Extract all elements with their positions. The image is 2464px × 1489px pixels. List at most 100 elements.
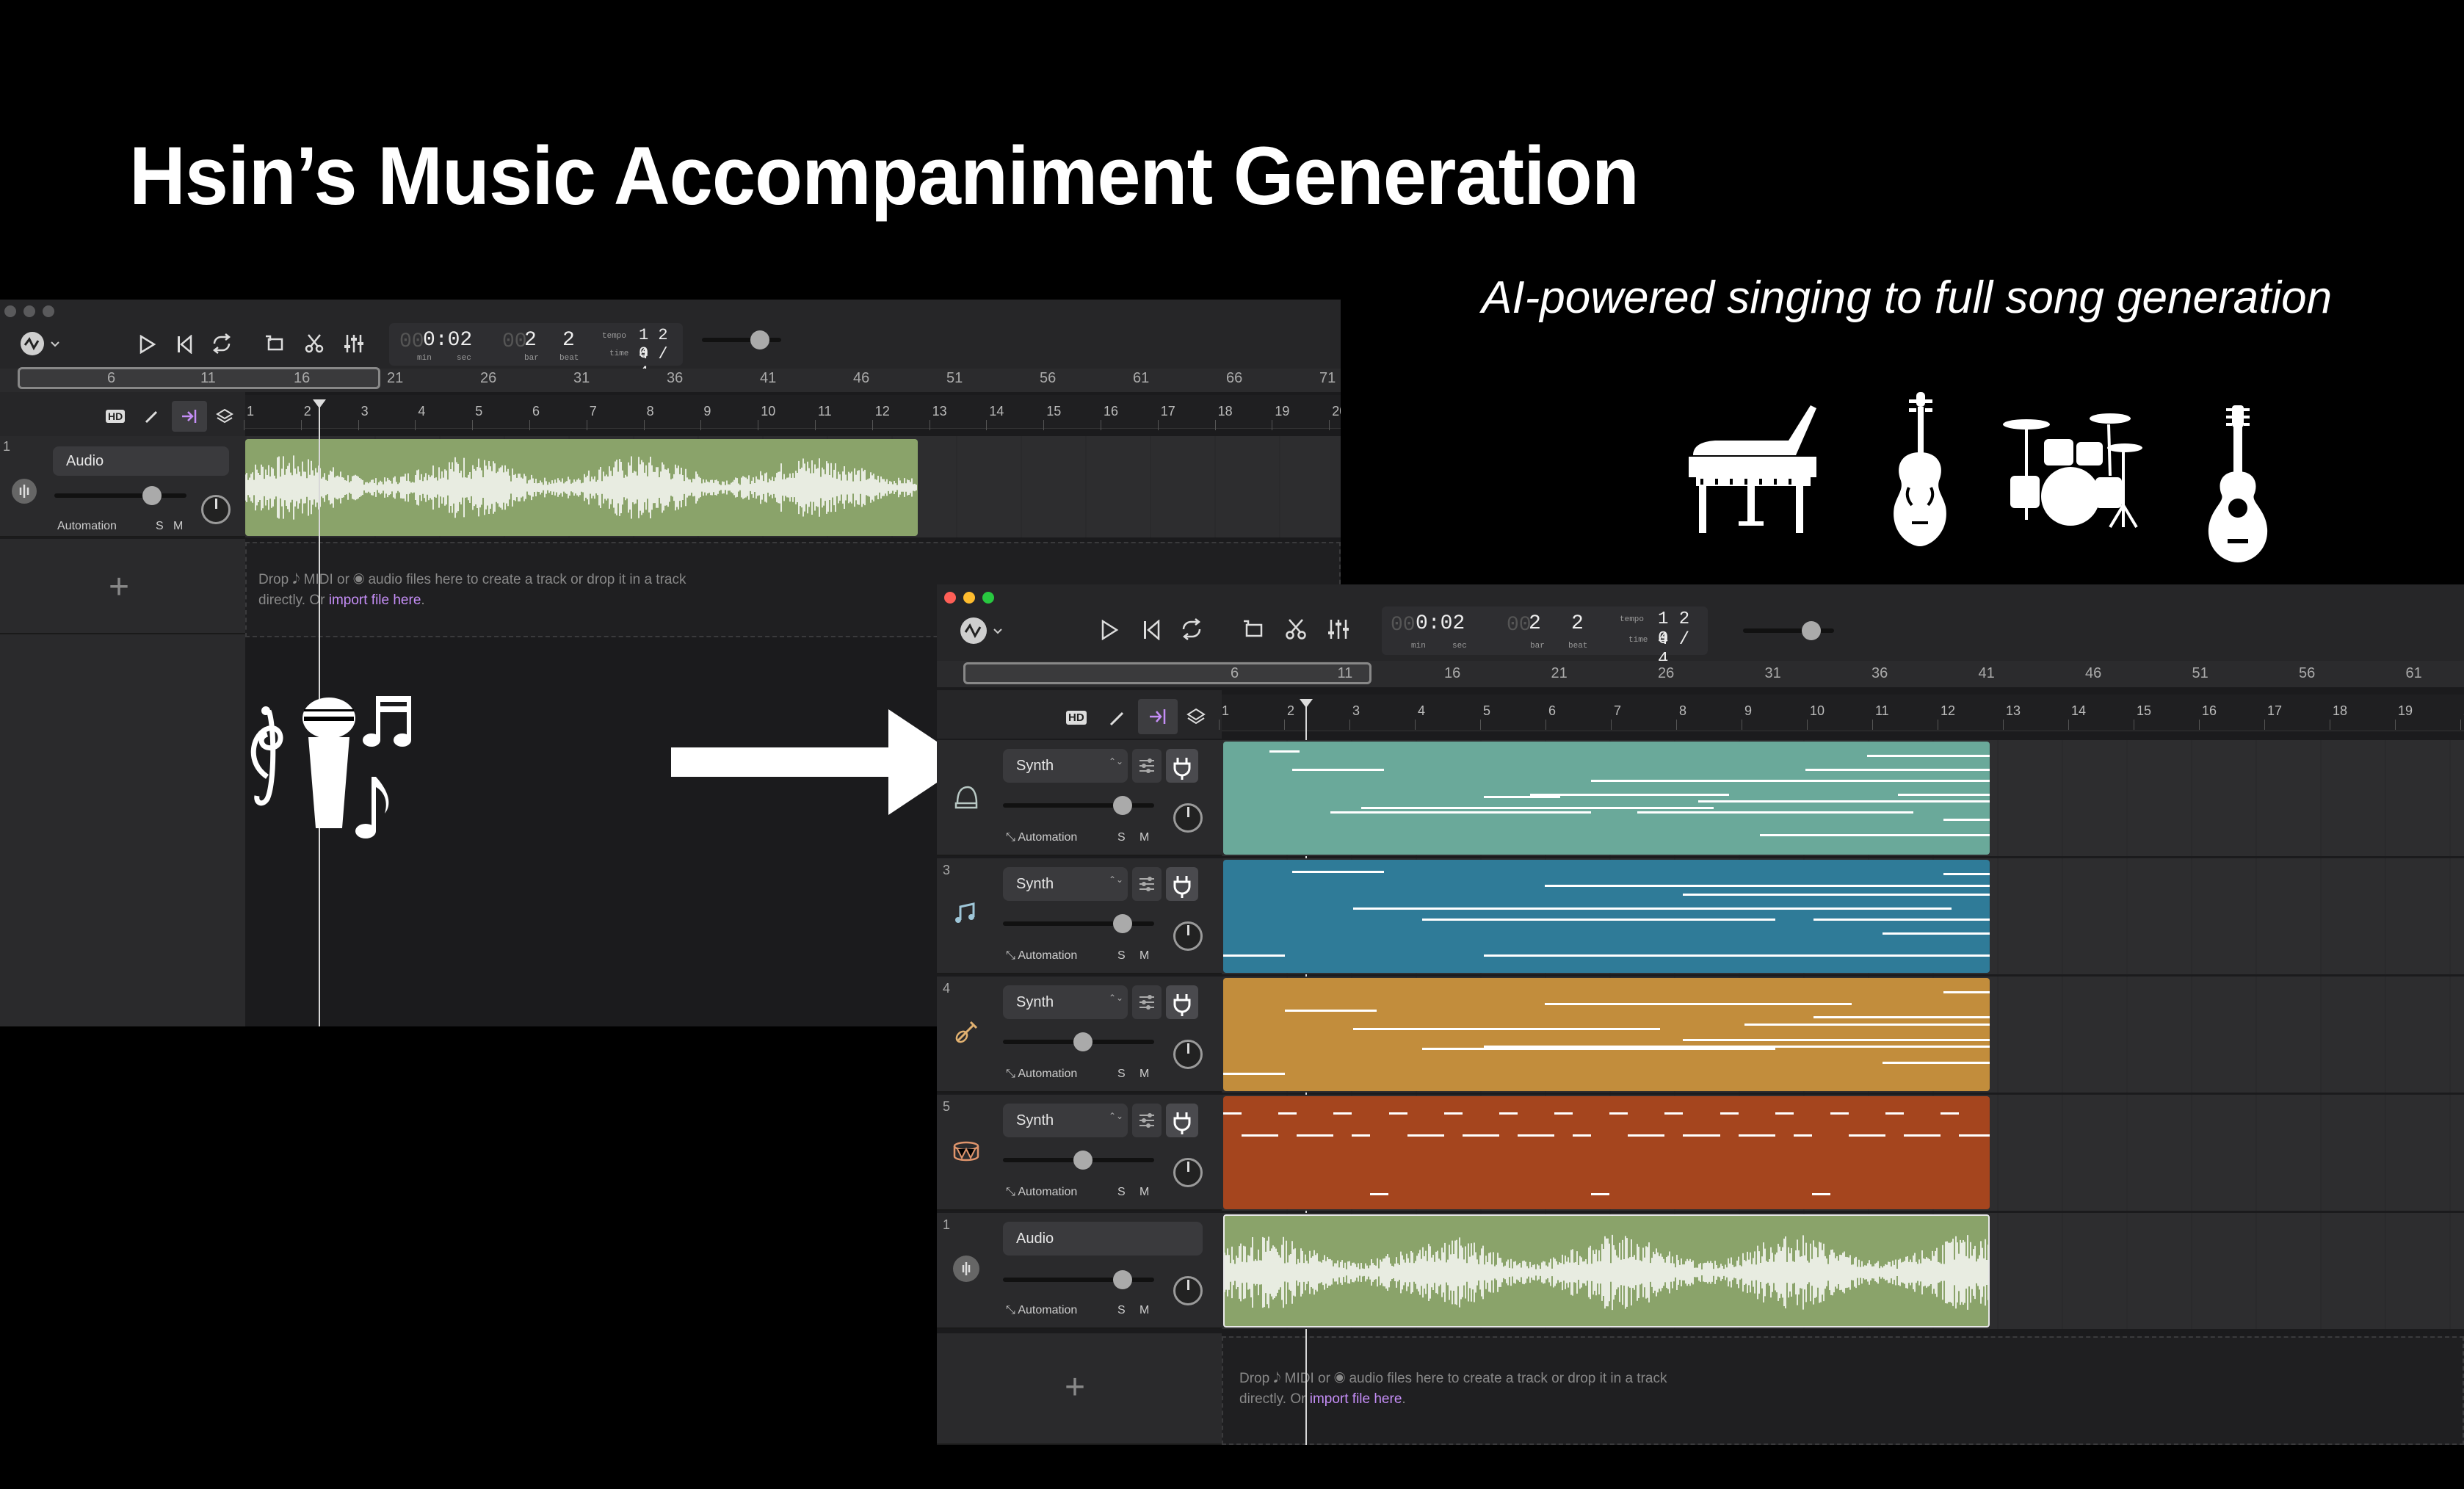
mute-button[interactable]: M [1139,831,1149,844]
solo-button[interactable]: S [1117,1304,1126,1317]
solo-button[interactable]: S [156,520,164,533]
audio-clip[interactable] [245,439,918,536]
snap-button[interactable] [1138,699,1178,734]
mute-button[interactable]: M [173,520,183,533]
pan-knob[interactable] [1173,921,1203,951]
hd-icon[interactable]: HD [106,410,126,423]
playhead-marker[interactable] [1300,699,1313,709]
track-name-field[interactable]: Audio [1003,1222,1203,1256]
track-header-3[interactable]: 5 Synth ⌃⌄ ⤡ Automation S M [937,1095,1222,1211]
rewind-icon[interactable] [1142,620,1162,640]
scissors-icon[interactable] [304,333,325,354]
automation-toggle[interactable]: ⤡ Automation [1006,1304,1077,1317]
loop-icon[interactable] [1181,618,1203,640]
volume-knob[interactable] [1113,796,1132,815]
track-volume-slider[interactable] [1003,1270,1154,1289]
track-header-audio[interactable]: 1 Audio Automation S M [0,436,245,537]
midi-clip[interactable] [1223,742,1990,855]
track-header-1[interactable]: 3 Synth ⌃⌄ ⤡ Automation S M [937,858,1222,974]
audio-clip[interactable] [1223,1214,1990,1327]
track-volume-slider[interactable] [1003,1032,1154,1051]
midi-note [1897,793,1990,796]
timeline-ruler[interactable] [245,395,1341,429]
import-file-link[interactable]: import file here [1310,1391,1402,1407]
loop-icon[interactable] [211,333,232,354]
zoom-button[interactable] [43,305,54,317]
plugin-button[interactable] [1166,749,1198,783]
instrument-settings-button[interactable] [1132,867,1162,901]
instrument-settings-button[interactable] [1132,749,1162,783]
pan-knob[interactable] [1173,1158,1203,1187]
track-header-4[interactable]: 1 Audio ⤡ Automation S M [937,1213,1222,1329]
plug-icon [1173,1112,1191,1134]
add-track-button[interactable]: + [109,567,129,607]
volume-knob[interactable] [1073,1151,1093,1170]
automation-toggle[interactable]: ⤡ Automation [1006,1186,1077,1199]
crop-icon[interactable] [1242,618,1264,640]
ruler-number: 19 [1275,404,1290,419]
close-button[interactable] [4,305,16,317]
pan-knob[interactable] [1173,1276,1203,1305]
master-volume-slider[interactable] [1743,621,1834,640]
mixer-icon[interactable] [344,333,364,354]
mute-button[interactable]: M [1139,1304,1149,1317]
mute-button[interactable]: M [1139,1068,1149,1081]
pencil-icon[interactable] [144,408,160,424]
midi-clip[interactable] [1223,1096,1990,1209]
master-volume-slider[interactable] [702,330,781,349]
layers-icon[interactable] [1186,708,1206,727]
solo-button[interactable]: S [1117,831,1126,844]
minimize-button[interactable] [23,305,35,317]
volume-knob[interactable] [1113,914,1132,933]
playhead-marker[interactable] [313,399,326,410]
track-volume-slider[interactable] [1003,1151,1154,1170]
snap-button[interactable] [172,401,207,432]
minimize-button[interactable] [963,592,975,604]
track-volume-slider[interactable] [1003,914,1154,933]
crop-icon[interactable] [264,333,285,354]
plugin-button[interactable] [1166,1104,1198,1137]
track-header-0[interactable]: Synth ⌃⌄ ⤡ Automation S M [937,740,1222,856]
layers-icon[interactable] [216,408,233,426]
automation-toggle[interactable]: ⤡ Automation [1006,831,1077,844]
mute-button[interactable]: M [1139,949,1149,963]
play-icon[interactable] [1100,620,1119,640]
play-icon[interactable] [138,335,156,354]
midi-clip[interactable] [1223,978,1990,1091]
automation-toggle[interactable]: ⤡ Automation [1006,1068,1077,1081]
volume-knob[interactable] [1073,1032,1093,1051]
track-header-2[interactable]: 4 Synth ⌃⌄ ⤡ Automation S M [937,977,1222,1093]
pencil-icon[interactable] [1109,709,1126,727]
overview-number: 21 [387,370,404,386]
plugin-button[interactable] [1166,985,1198,1019]
automation-toggle[interactable]: ⤡ Automation [1006,949,1077,963]
instrument-settings-button[interactable] [1132,1104,1162,1137]
scissors-icon[interactable] [1285,618,1307,640]
automation-toggle[interactable]: Automation [57,520,117,533]
mixer-icon[interactable] [1327,618,1349,640]
track-name-field[interactable]: Audio [53,446,229,476]
rewind-icon[interactable] [176,335,194,354]
solo-button[interactable]: S [1117,1186,1126,1199]
pan-knob[interactable] [201,495,231,524]
hd-icon[interactable]: HD [1066,711,1087,725]
volume-knob[interactable] [1113,1270,1132,1289]
pan-knob[interactable] [1173,1040,1203,1069]
overview-selection[interactable] [963,662,1371,684]
solo-button[interactable]: S [1117,1068,1126,1081]
track-volume-slider[interactable] [1003,796,1154,815]
zoom-button[interactable] [982,592,994,604]
track-volume-slider[interactable] [54,486,186,505]
app-menu-icon[interactable] [959,615,1007,646]
mute-button[interactable]: M [1139,1186,1149,1199]
overview-selection[interactable] [18,367,380,389]
plugin-button[interactable] [1166,867,1198,901]
solo-button[interactable]: S [1117,949,1126,963]
add-track-button[interactable]: + [1065,1367,1085,1408]
pan-knob[interactable] [1173,803,1203,833]
midi-clip[interactable] [1223,860,1990,973]
import-file-link[interactable]: import file here [329,593,421,608]
app-menu-icon[interactable] [19,329,65,358]
instrument-settings-button[interactable] [1132,985,1162,1019]
close-button[interactable] [944,592,956,604]
